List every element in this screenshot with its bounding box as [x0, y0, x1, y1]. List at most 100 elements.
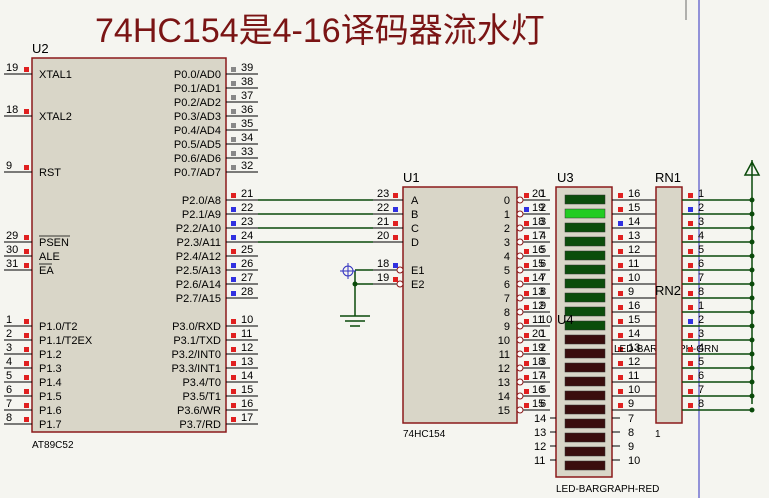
u2-pin-marker [231, 165, 236, 170]
bargraph-pin-number: 6 [540, 398, 546, 410]
u2-pin-marker [24, 263, 29, 268]
u2-pin-number: 1 [6, 314, 12, 326]
u2-pin-marker [24, 249, 29, 254]
u2-pin-marker [231, 137, 236, 142]
u1-out-name: 1 [504, 209, 510, 221]
u2-pin-number: 16 [241, 398, 253, 410]
u2-pin-name: PSEN [39, 237, 69, 249]
u2-pin-marker [24, 389, 29, 394]
u2-pin-number: 13 [241, 356, 253, 368]
chip-u1[interactable]: U1 74HC154 23A22B21C20D18E119E2 01234567… [373, 170, 550, 440]
u2-pin-marker [231, 319, 236, 324]
u1-out-marker [524, 263, 529, 268]
u2-pin-marker [231, 403, 236, 408]
u1-out-bubble [516, 378, 524, 386]
bargraph-pin-marker [618, 249, 623, 254]
u2-pin-name: P1.1/T2EX [39, 335, 93, 347]
u2-pin-marker [24, 109, 29, 114]
bargraph-pin-marker [618, 389, 623, 394]
u1-out-marker [524, 333, 529, 338]
u2-pin-number: 12 [241, 342, 253, 354]
bargraph-pin-number: 8 [628, 427, 634, 439]
u2-pin-number: 5 [6, 370, 12, 382]
chip-u1-ref: U1 [403, 170, 420, 185]
u2-pin-name: P2.4/A12 [176, 251, 221, 263]
u1-pin-number: 22 [377, 202, 389, 214]
bargraph-pin-number: 5 [540, 384, 546, 396]
rn2-bottom-label: 1 [655, 429, 661, 440]
bargraph-pin-number: 8 [540, 286, 546, 298]
crosshair-probe-icon[interactable] [340, 263, 356, 279]
u1-out-bubble [516, 406, 524, 414]
bargraph-pin-marker [618, 221, 623, 226]
led-segment-green [564, 292, 606, 303]
u1-out-name: 11 [499, 349, 510, 361]
bargraph-pin-number: 14 [534, 413, 546, 425]
u2-pin-name: P0.6/AD6 [174, 153, 221, 165]
rn-pin-marker [688, 207, 693, 212]
u1-out-marker [524, 305, 529, 310]
rn-pin-marker [688, 305, 693, 310]
u2-pin-name: P3.5/T1 [182, 391, 221, 403]
u2-pin-number: 8 [6, 412, 12, 424]
u2-pin-name: P3.3/INT1 [171, 363, 221, 375]
u2-pin-name: P3.0/RXD [172, 321, 221, 333]
u1-pin-marker [393, 193, 398, 198]
u1-pin-number: 19 [377, 272, 389, 284]
rn-pin-marker [688, 277, 693, 282]
u2-pin-marker [231, 207, 236, 212]
led-segment-green [564, 222, 606, 233]
rn-pin-number: 8 [698, 398, 704, 410]
bargraph-pin-number: 2 [540, 202, 546, 214]
bargraph-pin-marker [618, 333, 623, 338]
u2-pin-marker [231, 109, 236, 114]
u1-pin-marker [393, 263, 398, 268]
rn-body [655, 186, 683, 424]
led-segment-red [564, 348, 606, 359]
u1-out-name: 15 [498, 405, 510, 417]
bargraph-pin-number: 10 [540, 314, 552, 326]
led-segment-red [564, 446, 606, 457]
rn-pin-number: 15 [628, 314, 640, 326]
u1-pin-name: E1 [411, 265, 424, 277]
rn-pin-number: 11 [628, 370, 639, 382]
u1-pin-number: 18 [377, 258, 389, 270]
u2-pin-name: P2.5/A13 [176, 265, 221, 277]
bargraph-u4-ref: U4 [557, 312, 574, 327]
u2-pin-marker [24, 165, 29, 170]
resistor-networks[interactable]: RN1 RN2 1 1 2 3 4 5 6 7 8 1 2 3 4 5 6 7 8 [655, 170, 755, 440]
u2-pin-number: 25 [241, 244, 253, 256]
rn-pin-marker [688, 333, 693, 338]
u2-pin-marker [231, 347, 236, 352]
u2-pin-name: P0.3/AD3 [174, 111, 221, 123]
chip-u1-part: 74HC154 [403, 429, 446, 440]
led-segment-red [564, 432, 606, 443]
led-segment-red [564, 376, 606, 387]
u1-out-bubble [516, 392, 524, 400]
u2-pin-marker [24, 375, 29, 380]
bargraph-pin-number: 9 [628, 441, 634, 453]
u2-pin-marker [231, 263, 236, 268]
u2-pin-name: ALE [39, 251, 60, 263]
bargraph-pin-marker [618, 263, 623, 268]
u1-pin-marker [393, 277, 398, 282]
u1-out-marker [524, 291, 529, 296]
u2-pin-number: 30 [6, 244, 18, 256]
u2-pin-number: 26 [241, 258, 253, 270]
ground-symbol[interactable] [340, 271, 370, 327]
u2-pin-name: P1.4 [39, 377, 62, 389]
chip-u2[interactable]: U2 AT89C52 19XTAL118XTAL29RST29PSEN30ALE… [4, 41, 258, 451]
bargraph-pin-marker [618, 193, 623, 198]
rn-pin-marker [688, 235, 693, 240]
rn-pin-marker [688, 249, 693, 254]
u2-pin-marker [231, 235, 236, 240]
u1-out-bubble [516, 308, 524, 316]
u1-out-bubble [516, 336, 524, 344]
u1-out-name: 8 [504, 307, 510, 319]
rn1-ref: RN1 [655, 170, 681, 185]
bargraph-pin-number: 11 [534, 455, 545, 467]
u2-pin-number: 11 [241, 328, 252, 340]
u1-out-marker [524, 389, 529, 394]
rn2-ref: RN2 [655, 283, 681, 298]
bargraph-pin-marker [618, 361, 623, 366]
